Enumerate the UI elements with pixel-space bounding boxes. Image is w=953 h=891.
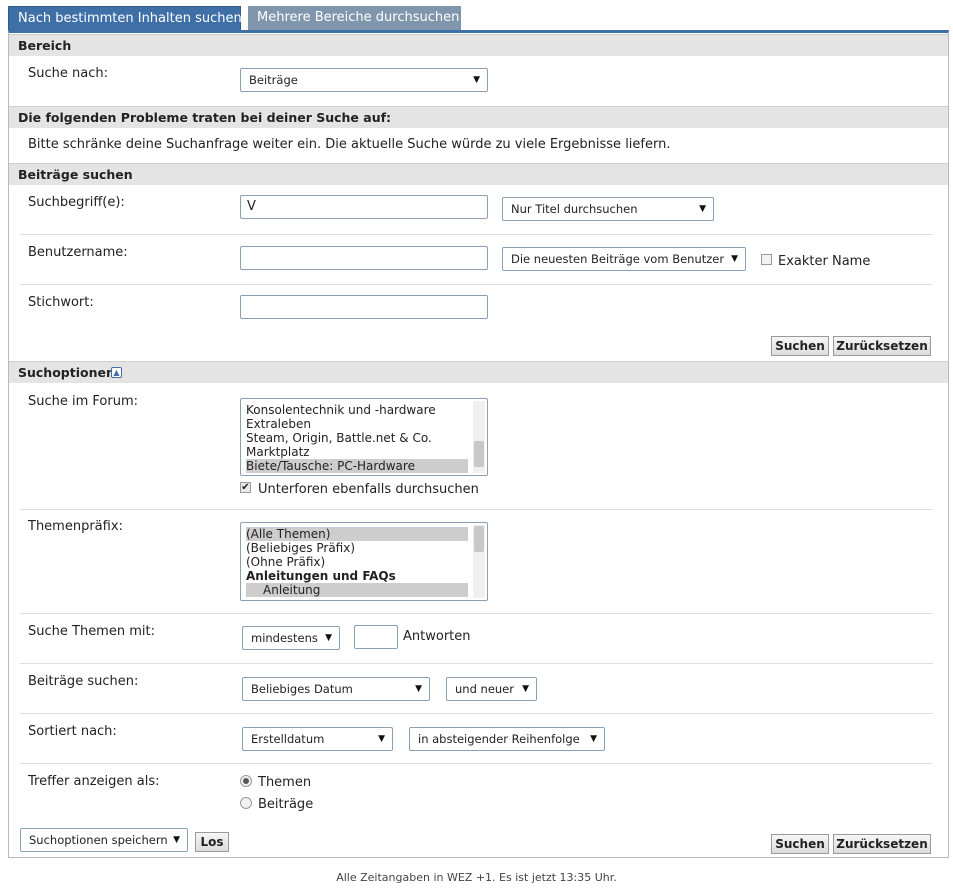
divider <box>20 713 933 714</box>
praefix-option[interactable]: (Ohne Präfix) <box>246 555 325 569</box>
forum-scrollbar[interactable] <box>473 401 485 473</box>
suchbegriff-scope-select[interactable]: Nur Titel durchsuchen ▼ <box>502 197 714 221</box>
forum-option-selected[interactable]: Biete/Tausche: PC-Hardware <box>246 459 468 473</box>
divider <box>20 613 933 614</box>
praefix-label: Themenpräfix: <box>28 519 123 534</box>
beitraege-datum-label: Beiträge suchen: <box>28 674 139 689</box>
footer-time-info: Alle Zeitangaben in WEZ +1. Es ist jetzt… <box>336 871 617 884</box>
section-header-beitraege-suchen: Beiträge suchen <box>9 163 948 185</box>
section-header-bereich: Bereich <box>9 34 948 56</box>
chevron-down-icon: ▼ <box>699 204 706 214</box>
treffer-label: Treffer anzeigen als: <box>28 774 160 789</box>
praefix-scrollbar[interactable] <box>473 525 485 598</box>
section-header-suchoptionen: Suchoptionen <box>9 361 948 383</box>
save-options-value: Suchoptionen speichern <box>29 833 168 847</box>
los-button[interactable]: Los <box>195 832 229 852</box>
datum-mode-value: und neuer <box>455 682 514 696</box>
forum-option[interactable]: Steam, Origin, Battle.net & Co. <box>246 431 432 445</box>
benutzer-mode-value: Die neuesten Beiträge vom Benutzer <box>511 252 725 266</box>
chevron-down-icon: ▼ <box>173 835 180 845</box>
benutzername-label: Benutzername: <box>28 245 128 260</box>
chevron-down-icon: ▼ <box>378 734 385 744</box>
chevron-down-icon: ▼ <box>473 75 480 85</box>
zuruecksetzen-button[interactable]: Zurücksetzen <box>833 336 931 356</box>
praefix-option-selected[interactable]: (Alle Themen) <box>246 527 468 541</box>
sort-order-select[interactable]: in absteigender Reihenfolge ▼ <box>409 727 605 751</box>
datum-mode-select[interactable]: und neuer ▼ <box>446 677 537 701</box>
benutzer-mode-select[interactable]: Die neuesten Beiträge vom Benutzer ▼ <box>502 247 746 271</box>
zuruecksetzen-button-bottom[interactable]: Zurücksetzen <box>833 834 931 854</box>
stichwort-label: Stichwort: <box>28 295 94 310</box>
suche-nach-label: Suche nach: <box>28 66 108 81</box>
divider <box>20 234 933 235</box>
save-options-select[interactable]: Suchoptionen speichern ▼ <box>20 828 188 852</box>
scrollbar-thumb[interactable] <box>474 441 484 467</box>
datum-value: Beliebiges Datum <box>251 682 353 696</box>
suchoptionen-title: Suchoptionen <box>18 365 115 380</box>
divider <box>20 284 933 285</box>
divider <box>20 663 933 664</box>
chevron-down-icon: ▼ <box>415 684 422 694</box>
suchen-button[interactable]: Suchen <box>771 336 829 356</box>
scrollbar-thumb[interactable] <box>474 526 484 552</box>
forum-option[interactable]: Extraleben <box>246 417 311 431</box>
suchbegriff-scope-value: Nur Titel durchsuchen <box>511 202 638 216</box>
forum-option[interactable]: Konsolentechnik und -hardware <box>246 403 436 417</box>
suchbegriff-label: Suchbegriff(e): <box>28 195 125 210</box>
themen-mit-label: Suche Themen mit: <box>28 624 155 639</box>
tab-multi-area-search[interactable]: Mehrere Bereiche durchsuchen <box>248 6 461 30</box>
benutzername-input[interactable] <box>240 246 488 270</box>
sort-value: Erstelldatum <box>251 732 325 746</box>
divider <box>20 509 933 510</box>
datum-select[interactable]: Beliebiges Datum ▼ <box>242 677 430 701</box>
suchen-button-bottom[interactable]: Suchen <box>771 834 829 854</box>
collapse-icon[interactable]: ▲ <box>111 367 122 378</box>
chevron-down-icon: ▼ <box>590 734 597 744</box>
exakter-name-checkbox[interactable] <box>761 254 772 265</box>
forum-listbox[interactable]: Konsolentechnik und -hardware Extraleben… <box>240 398 488 476</box>
stichwort-input[interactable] <box>240 295 488 319</box>
suche-nach-value: Beiträge <box>249 73 298 87</box>
divider <box>20 763 933 764</box>
treffer-beitraege-radio[interactable] <box>240 797 252 809</box>
sort-order-value: in absteigender Reihenfolge <box>418 732 580 746</box>
themen-mit-value: mindestens <box>251 631 318 645</box>
sortiert-label: Sortiert nach: <box>28 724 117 739</box>
problem-message: Bitte schränke deine Suchanfrage weiter … <box>28 137 671 152</box>
antworten-input[interactable] <box>354 625 398 649</box>
treffer-beitraege-label: Beiträge <box>258 797 314 812</box>
forum-option[interactable]: Marktplatz <box>246 445 310 459</box>
tab-content-search[interactable]: Nach bestimmten Inhalten suchen <box>8 6 242 30</box>
sort-select[interactable]: Erstelldatum ▼ <box>242 727 393 751</box>
antworten-label: Antworten <box>403 629 471 644</box>
praefix-option[interactable]: (Beliebiges Präfix) <box>246 541 355 555</box>
section-header-probleme: Die folgenden Probleme traten bei deiner… <box>9 106 948 128</box>
treffer-themen-radio[interactable] <box>240 775 252 787</box>
praefix-listbox[interactable]: (Alle Themen) (Beliebiges Präfix) (Ohne … <box>240 522 488 601</box>
exakter-name-label: Exakter Name <box>778 254 871 269</box>
chevron-down-icon: ▼ <box>522 684 529 694</box>
themen-mit-select[interactable]: mindestens ▼ <box>242 626 340 650</box>
unterforen-checkbox[interactable]: ✔ <box>240 482 251 493</box>
praefix-option-selected[interactable]: Anleitung <box>246 583 468 597</box>
chevron-down-icon: ▼ <box>325 633 332 643</box>
suchbegriff-input[interactable]: V <box>240 195 488 219</box>
forum-label: Suche im Forum: <box>28 394 139 409</box>
chevron-down-icon: ▼ <box>731 254 738 264</box>
praefix-option-group: Anleitungen und FAQs <box>246 569 396 583</box>
unterforen-label: Unterforen ebenfalls durchsuchen <box>258 482 479 497</box>
treffer-themen-label: Themen <box>258 775 312 790</box>
suche-nach-select[interactable]: Beiträge ▼ <box>240 68 488 92</box>
